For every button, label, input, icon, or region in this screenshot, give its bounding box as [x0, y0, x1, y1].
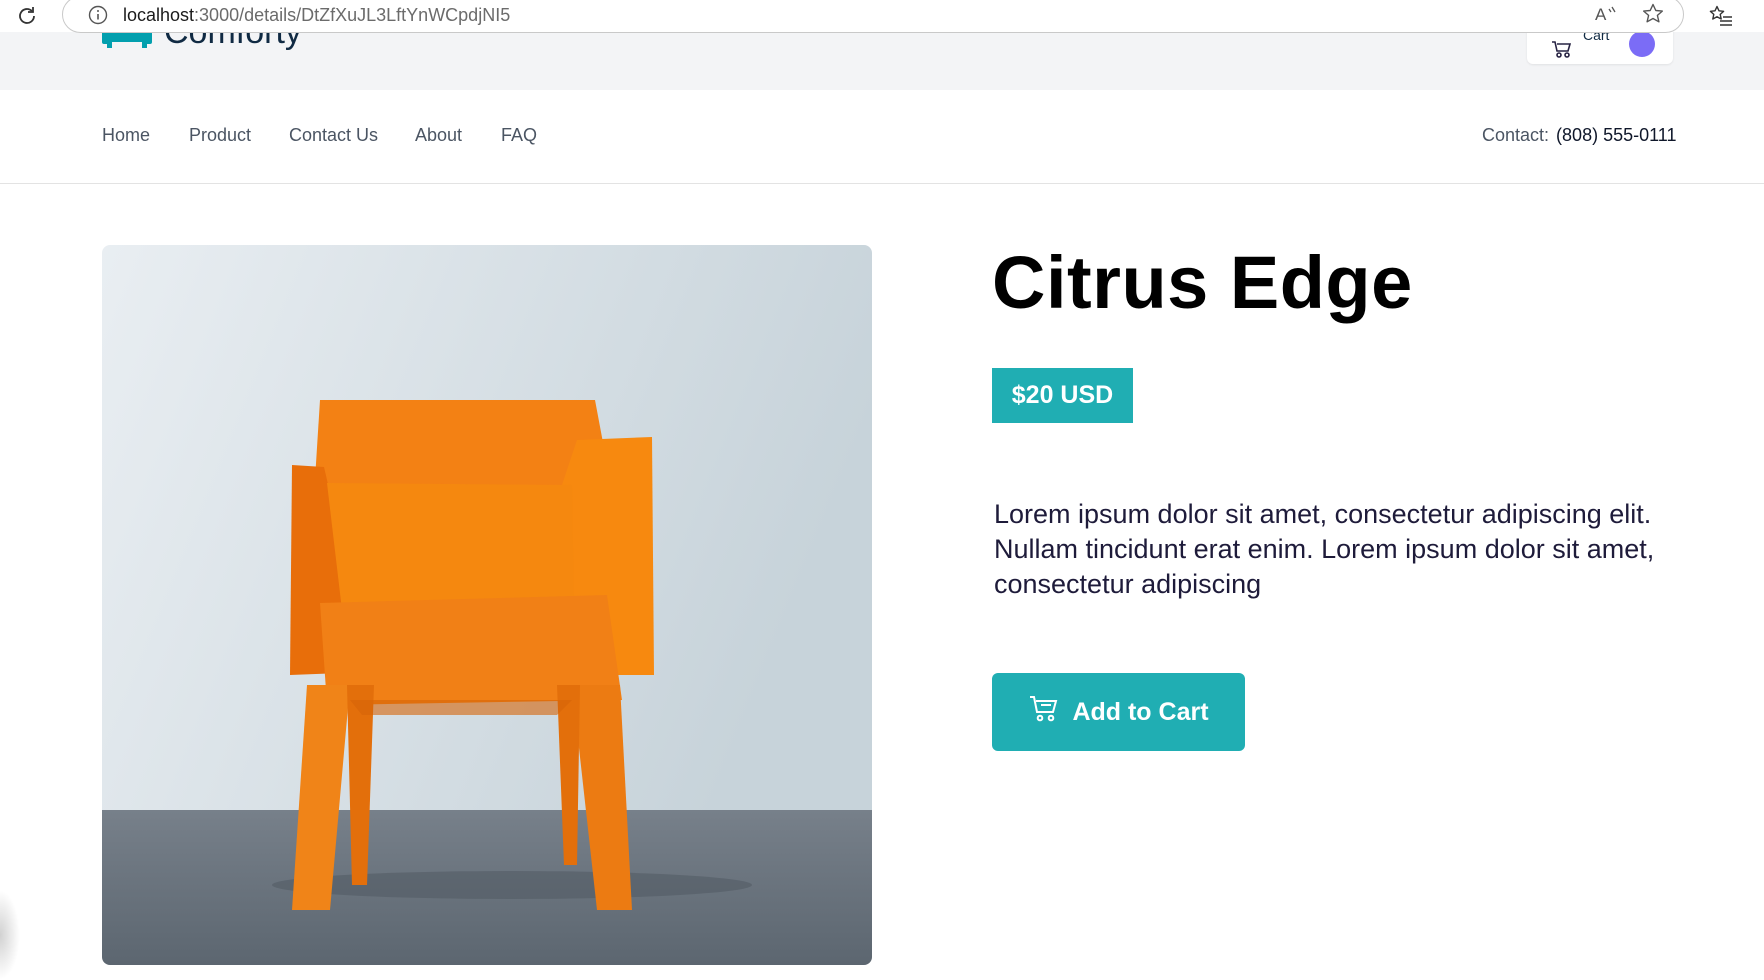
- svg-text:A: A: [1595, 5, 1607, 24]
- nav-link-about[interactable]: About: [415, 125, 462, 146]
- contact-info: Contact: (808) 555-0111: [1482, 125, 1676, 146]
- contact-phone[interactable]: (808) 555-0111: [1556, 125, 1676, 145]
- site-header: Comforty Cart 2: [0, 32, 1764, 90]
- url-path: :3000/details/DtZfXuJL3LftYnWCpdjNI5: [194, 5, 511, 25]
- cart-icon: [1551, 40, 1573, 65]
- sofa-icon: [102, 32, 152, 55]
- url-text[interactable]: localhost:3000/details/DtZfXuJL3LftYnWCp…: [123, 5, 510, 26]
- url-host: localhost: [123, 5, 195, 25]
- cart-count-badge: 2: [1629, 32, 1655, 57]
- nav-link-faq[interactable]: FAQ: [501, 125, 537, 146]
- favorites-icon[interactable]: [1708, 4, 1734, 33]
- cart-button[interactable]: Cart 2: [1527, 32, 1673, 64]
- product-description: Lorem ipsum dolor sit amet, consectetur …: [994, 499, 1655, 599]
- star-icon[interactable]: [1641, 2, 1665, 31]
- info-icon[interactable]: [87, 4, 109, 31]
- product-image: [102, 245, 872, 965]
- nav-link-home[interactable]: Home: [102, 125, 150, 146]
- nav-link-product[interactable]: Product: [189, 125, 251, 146]
- product-title: Citrus Edge: [992, 241, 1413, 324]
- logo-text: Comforty: [164, 32, 302, 51]
- page-edge-shadow: [0, 890, 20, 980]
- reload-icon[interactable]: [14, 3, 40, 29]
- read-aloud-icon[interactable]: A: [1594, 3, 1618, 30]
- browser-toolbar: localhost:3000/details/DtZfXuJL3LftYnWCp…: [0, 0, 1764, 33]
- main-nav: Home Product Contact Us About FAQ Contac…: [0, 90, 1764, 184]
- add-to-cart-button[interactable]: Add to Cart: [992, 673, 1245, 751]
- cart-label: Cart: [1583, 32, 1610, 43]
- add-to-cart-label: Add to Cart: [1072, 697, 1209, 726]
- chair-illustration: [102, 245, 872, 965]
- price-badge: $20 USD: [992, 368, 1133, 423]
- nav-link-contact-us[interactable]: Contact Us: [289, 125, 378, 146]
- logo[interactable]: Comforty: [102, 32, 302, 55]
- address-bar[interactable]: localhost:3000/details/DtZfXuJL3LftYnWCp…: [62, 0, 1684, 33]
- contact-label: Contact:: [1482, 125, 1550, 145]
- cart-icon: [1028, 694, 1060, 731]
